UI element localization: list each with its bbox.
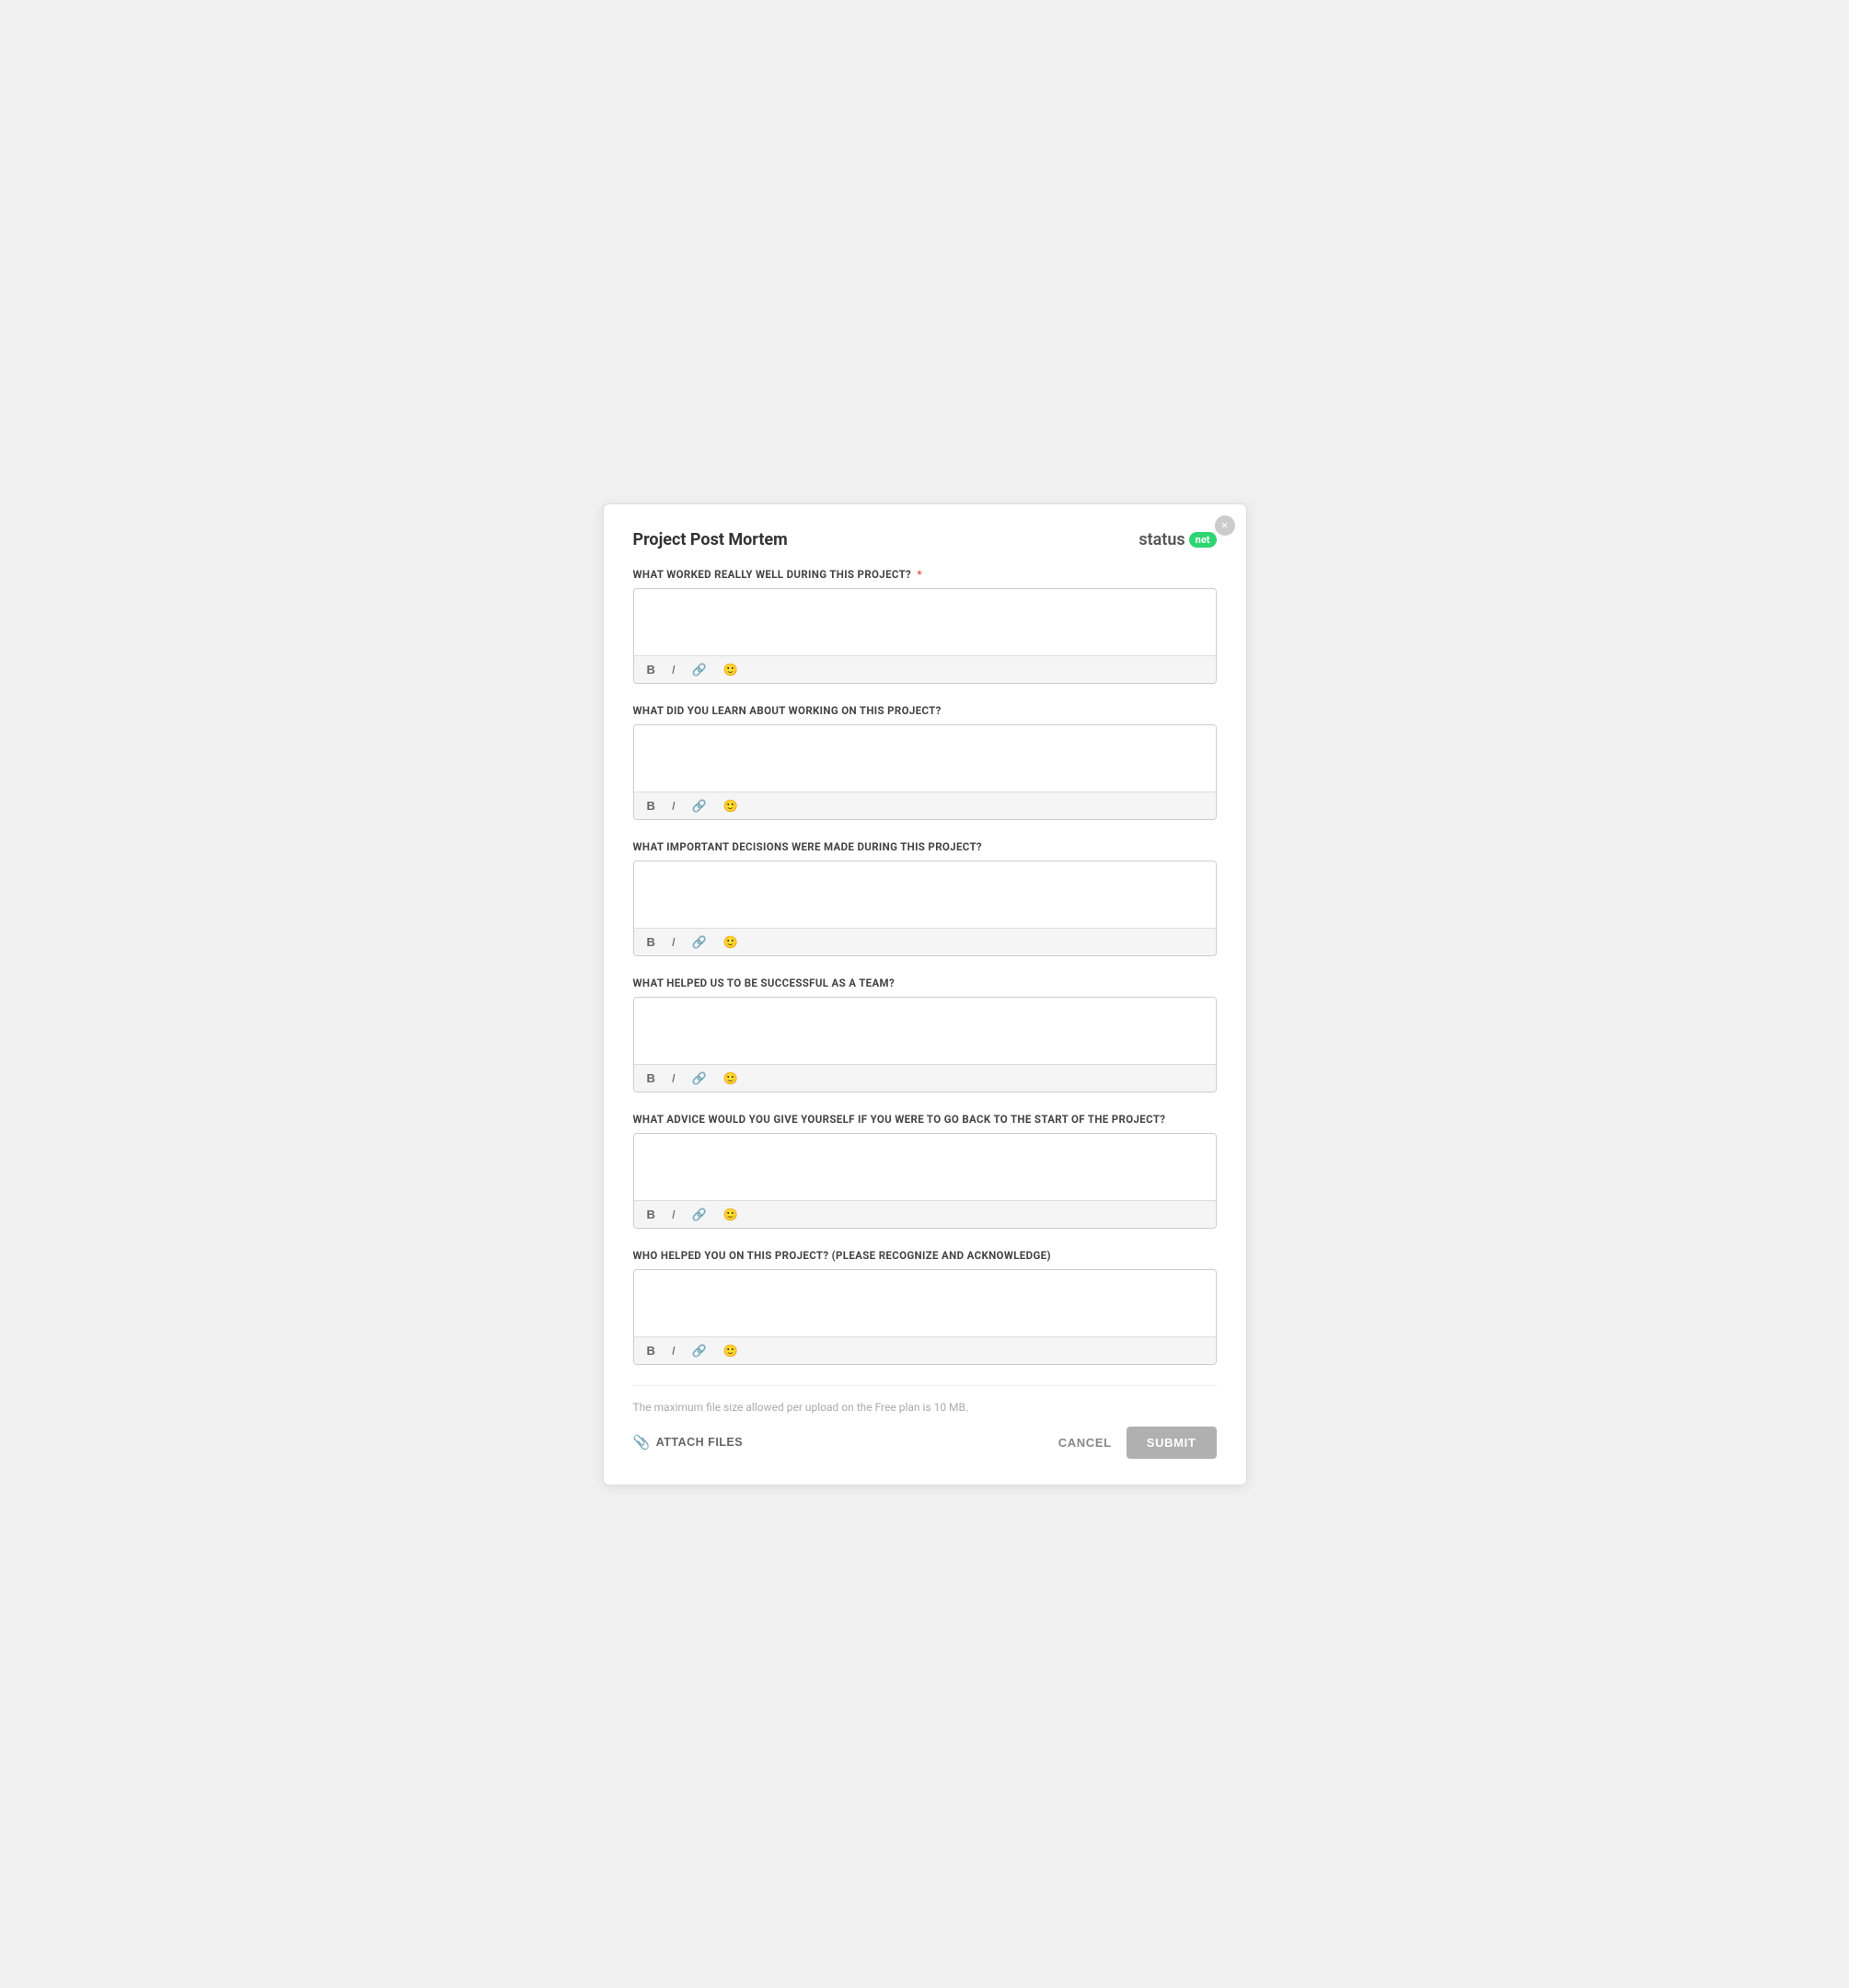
form-section-q3: WHAT IMPORTANT DECISIONS WERE MADE DURIN… (633, 840, 1217, 956)
editor-toolbar-q1: BI 🔗 🙂 (634, 655, 1216, 683)
bold-button-q6[interactable]: B (643, 1343, 659, 1358)
close-button[interactable]: × (1215, 515, 1235, 536)
emoji-button-q1[interactable]: 🙂 (720, 662, 742, 677)
editor-textarea-q3[interactable] (634, 861, 1216, 924)
link-button-q5[interactable]: 🔗 (688, 1207, 711, 1222)
editor-toolbar-q5: BI 🔗 🙂 (634, 1200, 1216, 1228)
submit-button[interactable]: SUBMIT (1127, 1427, 1217, 1459)
required-star: * (914, 568, 922, 581)
editor-container-q2: BI 🔗 🙂 (633, 724, 1217, 820)
editor-toolbar-q3: BI 🔗 🙂 (634, 928, 1216, 955)
question-label-q5: WHAT ADVICE WOULD YOU GIVE YOURSELF IF Y… (633, 1113, 1217, 1126)
editor-textarea-q6[interactable] (634, 1270, 1216, 1333)
link-button-q6[interactable]: 🔗 (688, 1343, 711, 1358)
italic-button-q1[interactable]: I (668, 662, 679, 677)
italic-button-q3[interactable]: I (668, 934, 679, 950)
modal-card: × Project Post Mortem status net WHAT WO… (603, 503, 1247, 1485)
bold-button-q2[interactable]: B (643, 798, 659, 814)
attach-label: ATTACH FILES (656, 1436, 743, 1449)
modal-title: Project Post Mortem (633, 530, 788, 549)
bold-button-q3[interactable]: B (643, 934, 659, 950)
bold-button-q5[interactable]: B (643, 1207, 659, 1222)
editor-container-q1: BI 🔗 🙂 (633, 588, 1217, 684)
question-label-q2: WHAT DID YOU LEARN ABOUT WORKING ON THIS… (633, 704, 1217, 717)
link-button-q1[interactable]: 🔗 (688, 662, 711, 677)
italic-button-q4[interactable]: I (668, 1070, 679, 1086)
editor-textarea-q4[interactable] (634, 998, 1216, 1060)
editor-container-q5: BI 🔗 🙂 (633, 1133, 1217, 1229)
editor-toolbar-q4: BI 🔗 🙂 (634, 1064, 1216, 1092)
cancel-button[interactable]: CANCEL (1058, 1436, 1112, 1450)
emoji-button-q4[interactable]: 🙂 (720, 1070, 742, 1086)
italic-button-q2[interactable]: I (668, 798, 679, 814)
form-section-q6: WHO HELPED YOU ON THIS PROJECT? (PLEASE … (633, 1249, 1217, 1365)
editor-container-q6: BI 🔗 🙂 (633, 1269, 1217, 1365)
question-label-q4: WHAT HELPED US TO BE SUCCESSFUL AS A TEA… (633, 977, 1217, 989)
question-label-q6: WHO HELPED YOU ON THIS PROJECT? (PLEASE … (633, 1249, 1217, 1262)
editor-container-q3: BI 🔗 🙂 (633, 861, 1217, 956)
paperclip-icon: 📎 (633, 1434, 651, 1451)
form-section-q1: WHAT WORKED REALLY WELL DURING THIS PROJ… (633, 568, 1217, 684)
footer-section: The maximum file size allowed per upload… (633, 1385, 1217, 1459)
emoji-button-q5[interactable]: 🙂 (720, 1207, 742, 1222)
modal-header: Project Post Mortem status net (633, 530, 1217, 549)
attach-files-button[interactable]: 📎 ATTACH FILES (633, 1434, 744, 1451)
editor-textarea-q1[interactable] (634, 589, 1216, 652)
form-section-q4: WHAT HELPED US TO BE SUCCESSFUL AS A TEA… (633, 977, 1217, 1092)
italic-button-q5[interactable]: I (668, 1207, 679, 1222)
italic-button-q6[interactable]: I (668, 1343, 679, 1358)
editor-container-q4: BI 🔗 🙂 (633, 997, 1217, 1092)
editor-toolbar-q6: BI 🔗 🙂 (634, 1336, 1216, 1364)
brand-badge: net (1189, 532, 1217, 548)
brand-text: status (1138, 530, 1185, 549)
editor-textarea-q5[interactable] (634, 1134, 1216, 1196)
emoji-button-q2[interactable]: 🙂 (720, 798, 742, 814)
link-button-q3[interactable]: 🔗 (688, 934, 711, 950)
page-wrapper: × Project Post Mortem status net WHAT WO… (603, 503, 1247, 1485)
emoji-button-q6[interactable]: 🙂 (720, 1343, 742, 1358)
footer-actions: 📎 ATTACH FILES CANCEL SUBMIT (633, 1427, 1217, 1459)
form-section-q5: WHAT ADVICE WOULD YOU GIVE YOURSELF IF Y… (633, 1113, 1217, 1229)
link-button-q4[interactable]: 🔗 (688, 1070, 711, 1086)
editor-toolbar-q2: BI 🔗 🙂 (634, 792, 1216, 819)
question-label-q1: WHAT WORKED REALLY WELL DURING THIS PROJ… (633, 568, 1217, 581)
right-actions: CANCEL SUBMIT (1058, 1427, 1217, 1459)
editor-textarea-q2[interactable] (634, 725, 1216, 788)
file-size-note: The maximum file size allowed per upload… (633, 1401, 1217, 1414)
link-button-q2[interactable]: 🔗 (688, 798, 711, 814)
bold-button-q1[interactable]: B (643, 662, 659, 677)
questions-container: WHAT WORKED REALLY WELL DURING THIS PROJ… (633, 568, 1217, 1365)
form-section-q2: WHAT DID YOU LEARN ABOUT WORKING ON THIS… (633, 704, 1217, 820)
question-label-q3: WHAT IMPORTANT DECISIONS WERE MADE DURIN… (633, 840, 1217, 853)
emoji-button-q3[interactable]: 🙂 (720, 934, 742, 950)
brand-logo: status net (1138, 530, 1216, 549)
bold-button-q4[interactable]: B (643, 1070, 659, 1086)
